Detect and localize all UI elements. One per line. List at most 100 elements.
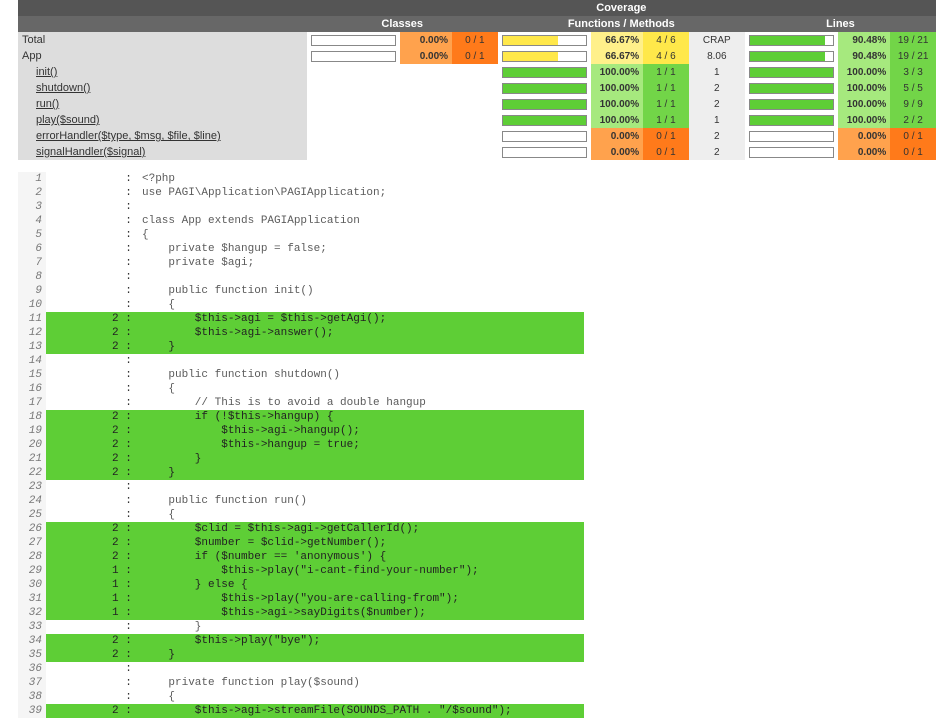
method-link[interactable]: signalHandler($signal) [36, 146, 145, 158]
progress-bar [745, 96, 838, 112]
crap-value: 2 [689, 80, 745, 96]
source-listing: 1 : <?php2 : use PAGI\Application\PAGIAp… [18, 172, 584, 718]
source-code: <?php [142, 172, 584, 186]
coverage-ratio: 19 / 21 [890, 48, 936, 64]
source-line: 25 : { [18, 508, 584, 522]
source-code: $this->agi->streamFile(SOUNDS_PATH . "/$… [142, 704, 584, 718]
hit-count: 1 : [46, 606, 142, 620]
hit-count: 2 : [46, 648, 142, 662]
line-number: 12 [18, 326, 46, 340]
source-code: if ($number == 'anonymous') { [142, 550, 584, 564]
source-line: 8 : [18, 270, 584, 284]
line-number: 9 [18, 284, 46, 298]
source-line: 33 : } [18, 620, 584, 634]
coverage-row: errorHandler($type, $msg, $file, $line) 0… [18, 128, 936, 144]
source-line: 34 2 : $this->play("bye"); [18, 634, 584, 648]
line-number: 8 [18, 270, 46, 284]
hit-count: : [46, 228, 142, 242]
progress-bar [498, 128, 591, 144]
coverage-percent: 0.00% [400, 32, 452, 48]
crap-value: 8.06 [689, 48, 745, 64]
method-link[interactable]: run() [36, 98, 59, 110]
line-number: 23 [18, 480, 46, 494]
hit-count: 2 : [46, 438, 142, 452]
line-number: 26 [18, 522, 46, 536]
coverage-ratio: 4 / 6 [643, 48, 689, 64]
method-link[interactable]: shutdown() [36, 82, 90, 94]
coverage-percent: 100.00% [591, 96, 643, 112]
source-code: $this->hangup = true; [142, 438, 584, 452]
source-line: 32 1 : $this->agi->sayDigits($number); [18, 606, 584, 620]
line-number: 34 [18, 634, 46, 648]
source-line: 5 : { [18, 228, 584, 242]
coverage-percent: 0.00% [591, 144, 643, 160]
source-line: 24 : public function run() [18, 494, 584, 508]
hit-count: : [46, 368, 142, 382]
source-line: 6 : private $hangup = false; [18, 242, 584, 256]
source-code: if (!$this->hangup) { [142, 410, 584, 424]
hit-count: 2 : [46, 424, 142, 438]
coverage-ratio: 0 / 1 [643, 128, 689, 144]
source-code: $this->agi->answer(); [142, 326, 584, 340]
source-code: { [142, 298, 584, 312]
progress-bar [745, 80, 838, 96]
coverage-ratio: 0 / 1 [643, 144, 689, 160]
hit-count: 1 : [46, 564, 142, 578]
source-code: $clid = $this->agi->getCallerId(); [142, 522, 584, 536]
coverage-ratio: 19 / 21 [890, 32, 936, 48]
line-number: 24 [18, 494, 46, 508]
crap-value: 2 [689, 144, 745, 160]
source-code: $this->play("bye"); [142, 634, 584, 648]
source-line: 4 : class App extends PAGIApplication [18, 214, 584, 228]
source-line: 14 : [18, 354, 584, 368]
line-number: 19 [18, 424, 46, 438]
hit-count: : [46, 676, 142, 690]
method-link[interactable]: init() [36, 66, 57, 78]
source-line: 36 : [18, 662, 584, 676]
coverage-percent: 0.00% [400, 48, 452, 64]
source-code: public function run() [142, 494, 584, 508]
hit-count: 1 : [46, 578, 142, 592]
source-code: private $agi; [142, 256, 584, 270]
crap-value: 2 [689, 96, 745, 112]
hit-count: : [46, 508, 142, 522]
progress-bar [498, 112, 591, 128]
progress-bar [745, 144, 838, 160]
source-line: 38 : { [18, 690, 584, 704]
line-number: 30 [18, 578, 46, 592]
coverage-percent: 100.00% [838, 64, 890, 80]
source-line: 30 1 : } else { [18, 578, 584, 592]
coverage-row: run()100.00%1 / 12100.00%9 / 9 [18, 96, 936, 112]
crap-value: 1 [689, 112, 745, 128]
crap-value: 1 [689, 64, 745, 80]
source-code: public function init() [142, 284, 584, 298]
source-code: $number = $clid->getNumber(); [142, 536, 584, 550]
hit-count: : [46, 270, 142, 284]
line-number: 37 [18, 676, 46, 690]
method-link[interactable]: play($sound) [36, 114, 100, 126]
hit-count: : [46, 354, 142, 368]
source-line: 17 : // This is to avoid a double hangup [18, 396, 584, 410]
method-link[interactable]: errorHandler($type, $msg, $file, $line) [36, 130, 221, 142]
row-label: play($sound) [18, 112, 307, 128]
hit-count: : [46, 284, 142, 298]
row-label: errorHandler($type, $msg, $file, $line) [18, 128, 307, 144]
hit-count: 2 : [46, 340, 142, 354]
source-code: { [142, 228, 584, 242]
hit-count: 2 : [46, 522, 142, 536]
source-line: 23 : [18, 480, 584, 494]
coverage-percent: 90.48% [838, 32, 890, 48]
line-number: 20 [18, 438, 46, 452]
source-code: } [142, 452, 584, 466]
source-code: { [142, 690, 584, 704]
source-code [142, 662, 584, 676]
hit-count: 2 : [46, 634, 142, 648]
source-line: 15 : public function shutdown() [18, 368, 584, 382]
progress-bar [498, 64, 591, 80]
source-line: 22 2 : } [18, 466, 584, 480]
line-number: 35 [18, 648, 46, 662]
row-label: init() [18, 64, 307, 80]
line-number: 6 [18, 242, 46, 256]
hit-count: : [46, 298, 142, 312]
progress-bar [745, 48, 838, 64]
